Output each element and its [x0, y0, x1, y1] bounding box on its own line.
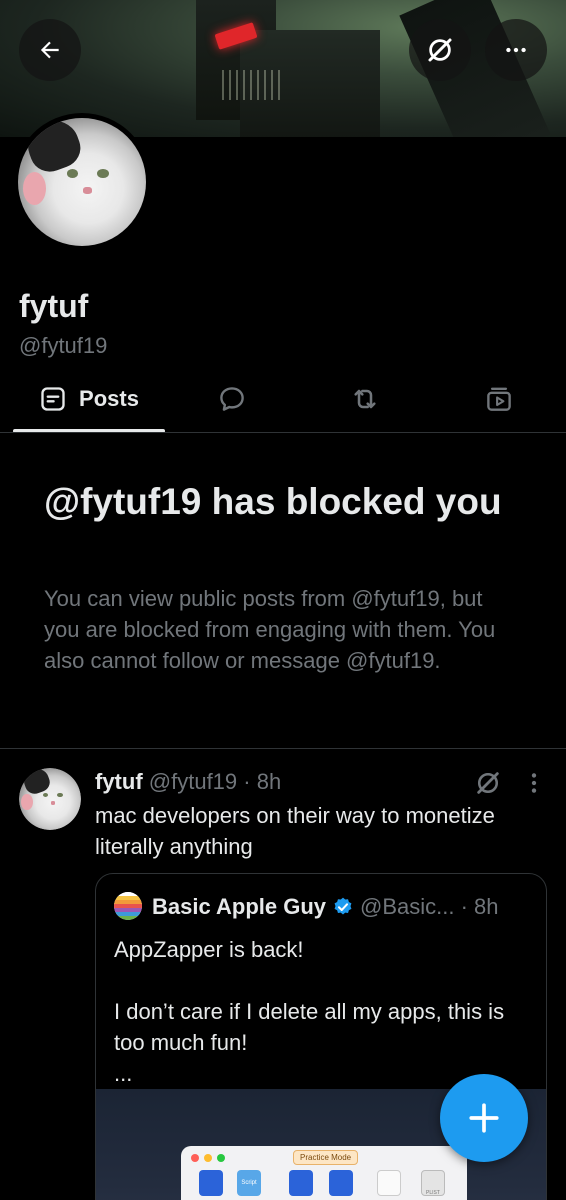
profile-display-name: fytuf [19, 288, 89, 324]
tab-posts[interactable]: Posts [13, 365, 165, 433]
tab-media[interactable] [462, 365, 536, 433]
post-header: fytuf @fytuf19 · 8h [95, 769, 281, 795]
verified-badge-icon [334, 897, 352, 915]
word-icon [329, 1170, 353, 1196]
post-author-name[interactable]: fytuf [95, 769, 143, 794]
blocked-description: You can view public posts from @fytuf19,… [44, 586, 496, 673]
more-button[interactable] [485, 19, 547, 81]
post-avatar[interactable] [19, 768, 81, 830]
profile-handle: @fytuf19 [19, 333, 108, 358]
profile-avatar[interactable] [13, 113, 151, 251]
post-meta: @fytuf19 · 8h [148, 769, 282, 794]
word-icon [289, 1170, 313, 1196]
quoted-text-line [114, 965, 534, 996]
more-horizontal-icon [506, 47, 526, 53]
banner-lights [222, 70, 282, 100]
quoted-header: Basic Apple Guy @Basic... · 8h [152, 894, 499, 920]
quoted-avatar[interactable] [114, 892, 142, 920]
reposts-icon [354, 389, 376, 409]
grok-button[interactable] [409, 19, 471, 81]
post-more-button[interactable] [524, 770, 544, 801]
replies-icon [220, 387, 244, 411]
quoted-author-name: Basic Apple Guy [152, 894, 327, 919]
tab-replies[interactable] [195, 365, 269, 433]
section-divider [0, 748, 566, 749]
word-icon [199, 1170, 223, 1196]
document-icon [377, 1170, 401, 1196]
avatar-image [19, 768, 81, 830]
quoted-text: AppZapper is back! I don’t care if I del… [114, 934, 534, 1089]
compose-button[interactable] [440, 1074, 528, 1162]
back-button[interactable] [19, 19, 81, 81]
grok-icon [428, 38, 452, 62]
posts-icon [41, 387, 65, 411]
post-grok-button[interactable] [474, 769, 502, 802]
tab-posts-label: Posts [79, 386, 139, 411]
grok-icon [477, 772, 499, 794]
blocked-title: @fytuf19 has blocked you [44, 481, 502, 522]
media-badge: Practice Mode [293, 1150, 359, 1165]
profile-tabs: Posts [0, 365, 566, 433]
plus-icon [469, 1103, 499, 1133]
quoted-meta: @Basic... · 8h [360, 894, 499, 919]
quoted-text-line: AppZapper is back! [114, 937, 304, 962]
post-text: mac developers on their way to monetize … [95, 803, 495, 859]
arrow-left-icon [40, 41, 59, 59]
tabs-divider [0, 432, 566, 433]
quoted-text-line: I don’t care if I delete all my apps, th… [114, 999, 505, 1055]
media-icon [487, 387, 511, 411]
avatar-image [18, 118, 146, 246]
more-vertical-icon [531, 773, 537, 793]
folder-icon: Script [237, 1170, 261, 1196]
media-app-window: Practice Mode Script PLIST [181, 1146, 467, 1200]
plist-file-icon: PLIST [421, 1170, 445, 1196]
tab-reposts[interactable] [328, 365, 402, 433]
